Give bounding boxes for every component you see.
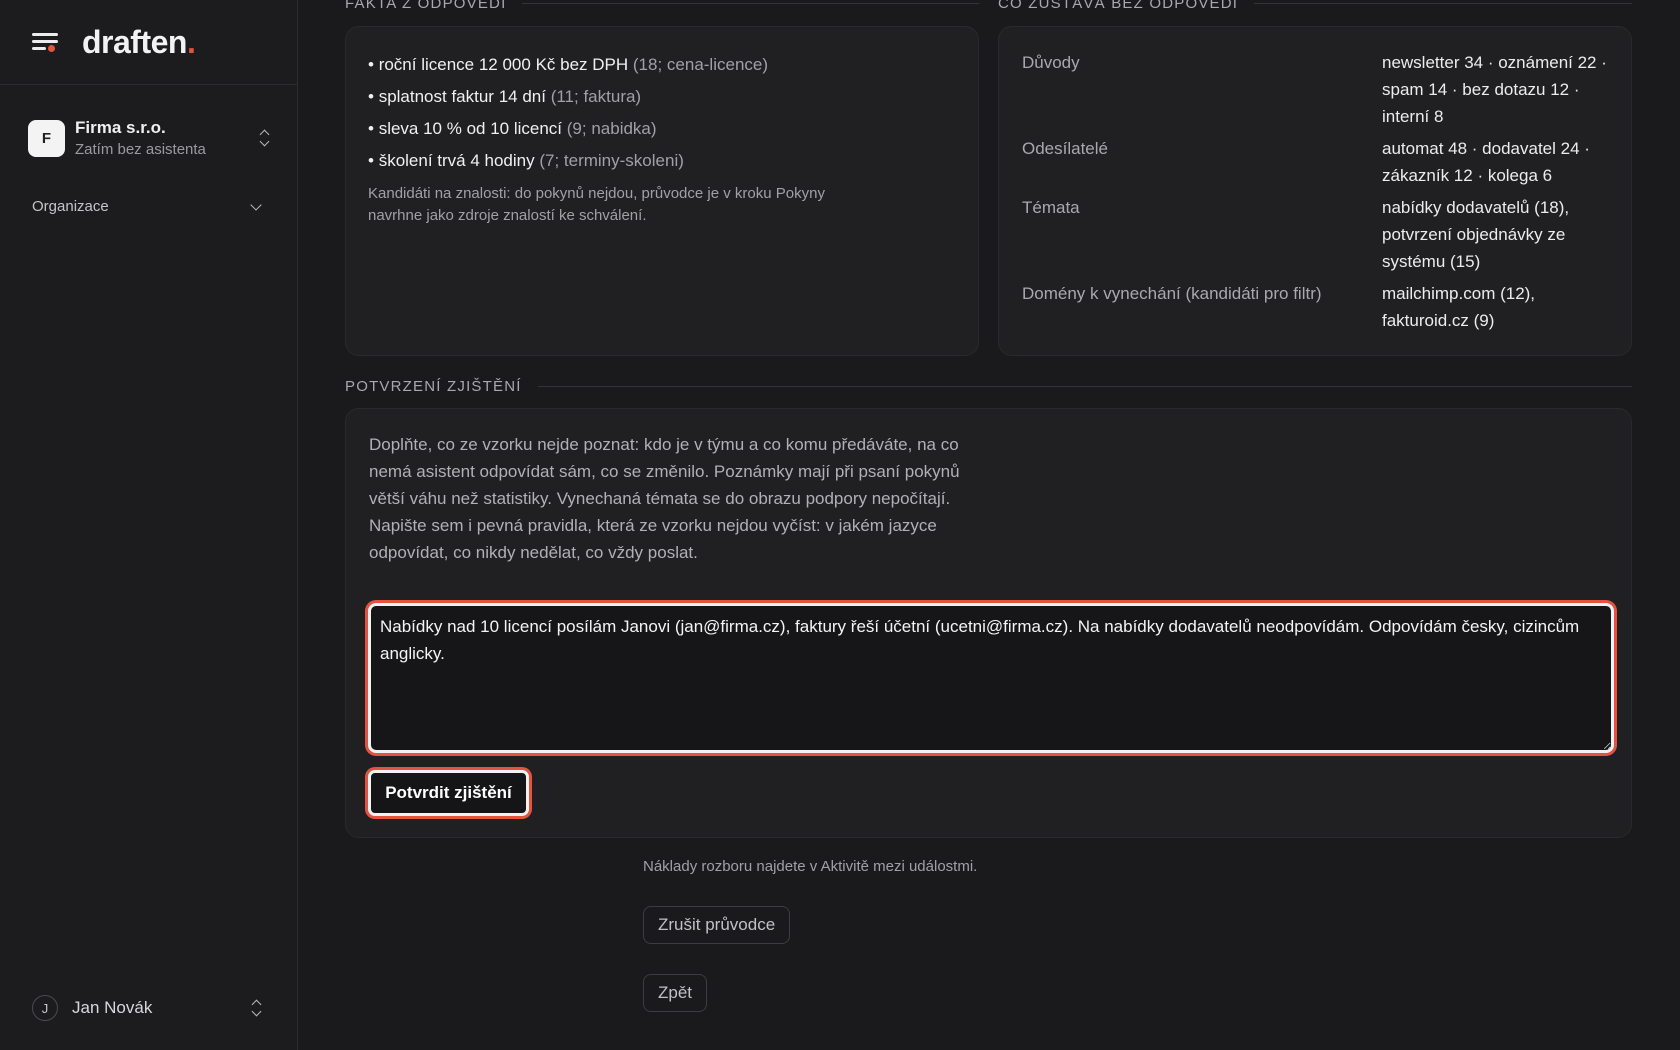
sidebar: draften. F Firma s.r.o. Zatím bez asiste…: [0, 0, 298, 1050]
app-logo[interactable]: draften.: [82, 23, 196, 61]
kv-row-temata: Témata nabídky dodavatelů (18), potvrzen…: [1022, 194, 1609, 275]
org-name: Firma s.r.o.: [75, 118, 166, 137]
fact-item: • sleva 10 % od 10 licencí (9; nabidka): [368, 119, 657, 138]
confirm-section-title: POTVRZENÍ ZJIŠTĚNÍ: [345, 378, 1632, 395]
facts-title-text: FAKTA Z ODPOVĚDÍ: [345, 0, 507, 12]
kv-value: mailchimp.com (12), fakturoid.cz (9): [1382, 284, 1536, 330]
fact-text: splatnost faktur 14 dní: [378, 87, 546, 106]
kv-value: nabídky dodavatelů (18), potvrzení objed…: [1382, 198, 1570, 271]
logo-text: draften: [82, 23, 187, 60]
confirm-findings-button[interactable]: Potvrdit zjištění: [368, 770, 529, 816]
org-text: Firma s.r.o. Zatím bez asistenta: [75, 118, 258, 158]
kv-value: newsletter 34 · oznámení 22 · spam 14 · …: [1382, 53, 1607, 126]
org-subtitle: Zatím bez asistenta: [75, 141, 206, 158]
confirm-title-text: POTVRZENÍ ZJIŠTĚNÍ: [345, 378, 522, 395]
fact-text: školení trvá 4 hodiny: [378, 151, 535, 170]
fact-meta: (7; terminy-skoleni): [539, 151, 684, 170]
kv-row-domeny: Domény k vynechání (kandidáti pro filtr)…: [1022, 280, 1609, 334]
facts-section-title: FAKTA Z ODPOVĚDÍ: [345, 0, 979, 12]
unanswered-section-title: CO ZŮSTÁVÁ BEZ ODPOVĚDI: [998, 0, 1632, 12]
main-content: FAKTA Z ODPOVĚDÍ CO ZŮSTÁVÁ BEZ ODPOVĚDI…: [298, 0, 1680, 1050]
sidebar-section-label: Organizace: [32, 198, 109, 215]
app-root: draften. F Firma s.r.o. Zatím bez asiste…: [0, 0, 1680, 1050]
cost-note: Náklady rozboru najdete v Aktivitě mezi …: [643, 858, 978, 875]
user-name: Jan Novák: [72, 998, 153, 1017]
fact-item: • roční licence 12 000 Kč bez DPH (18; c…: [368, 55, 769, 74]
fact-item: • splatnost faktur 14 dní (11; faktura): [368, 87, 642, 106]
kv-row-duvody: Důvody newsletter 34 · oznámení 22 · spa…: [1022, 49, 1609, 130]
sidebar-header: draften.: [0, 0, 297, 85]
kv-key: Odesílatelé: [1022, 139, 1108, 158]
fact-text: sleva 10 % od 10 licencí: [378, 119, 563, 138]
confirm-card: Doplňte, co ze vzorku nejde poznat: kdo …: [345, 408, 1632, 838]
kv-value: automat 48 · dodavatel 24 · zákazník 12 …: [1382, 139, 1590, 185]
menu-icon[interactable]: [32, 31, 58, 53]
fact-meta: (18; cena-licence): [632, 55, 769, 74]
org-avatar: F: [28, 119, 65, 157]
kv-key: Témata: [1022, 198, 1080, 217]
facts-card: • roční licence 12 000 Kč bez DPH (18; c…: [345, 26, 979, 356]
kv-key: Domény k vynechání (kandidáti pro filtr): [1022, 284, 1322, 303]
user-switcher[interactable]: J Jan Novák: [32, 994, 264, 1022]
fact-meta: (9; nabidka): [566, 119, 657, 138]
unanswered-card: Důvody newsletter 34 · oznámení 22 · spa…: [998, 26, 1632, 356]
chevron-updown-icon: [258, 128, 272, 148]
sidebar-section-organizace[interactable]: Organizace: [32, 198, 264, 215]
logo-dot: .: [186, 23, 196, 60]
fact-text: roční licence 12 000 Kč bez DPH: [378, 55, 629, 74]
organization-switcher[interactable]: F Firma s.r.o. Zatím bez asistenta: [28, 115, 272, 161]
back-button[interactable]: Zpět: [643, 974, 708, 1012]
chevron-updown-icon: [250, 998, 264, 1018]
kv-row-odesilatele: Odesílatelé automat 48 · dodavatel 24 · …: [1022, 135, 1609, 189]
cancel-wizard-button[interactable]: Zrušit průvodce: [643, 906, 791, 944]
user-avatar: J: [32, 995, 58, 1021]
knowledge-hint: Kandidáti na znalosti: do pokynů nejdou,…: [368, 185, 825, 224]
chevron-down-icon: [250, 198, 262, 211]
unanswered-title-text: CO ZŮSTÁVÁ BEZ ODPOVĚDI: [998, 0, 1239, 12]
confirm-intro-text: Doplňte, co ze vzorku nejde poznat: kdo …: [369, 435, 960, 562]
findings-notes-input[interactable]: Nabídky nad 10 licencí posílám Janovi (j…: [368, 603, 1614, 753]
fact-item: • školení trvá 4 hodiny (7; terminy-skol…: [368, 151, 684, 170]
kv-key: Důvody: [1022, 53, 1080, 72]
fact-meta: (11; faktura): [550, 87, 642, 106]
